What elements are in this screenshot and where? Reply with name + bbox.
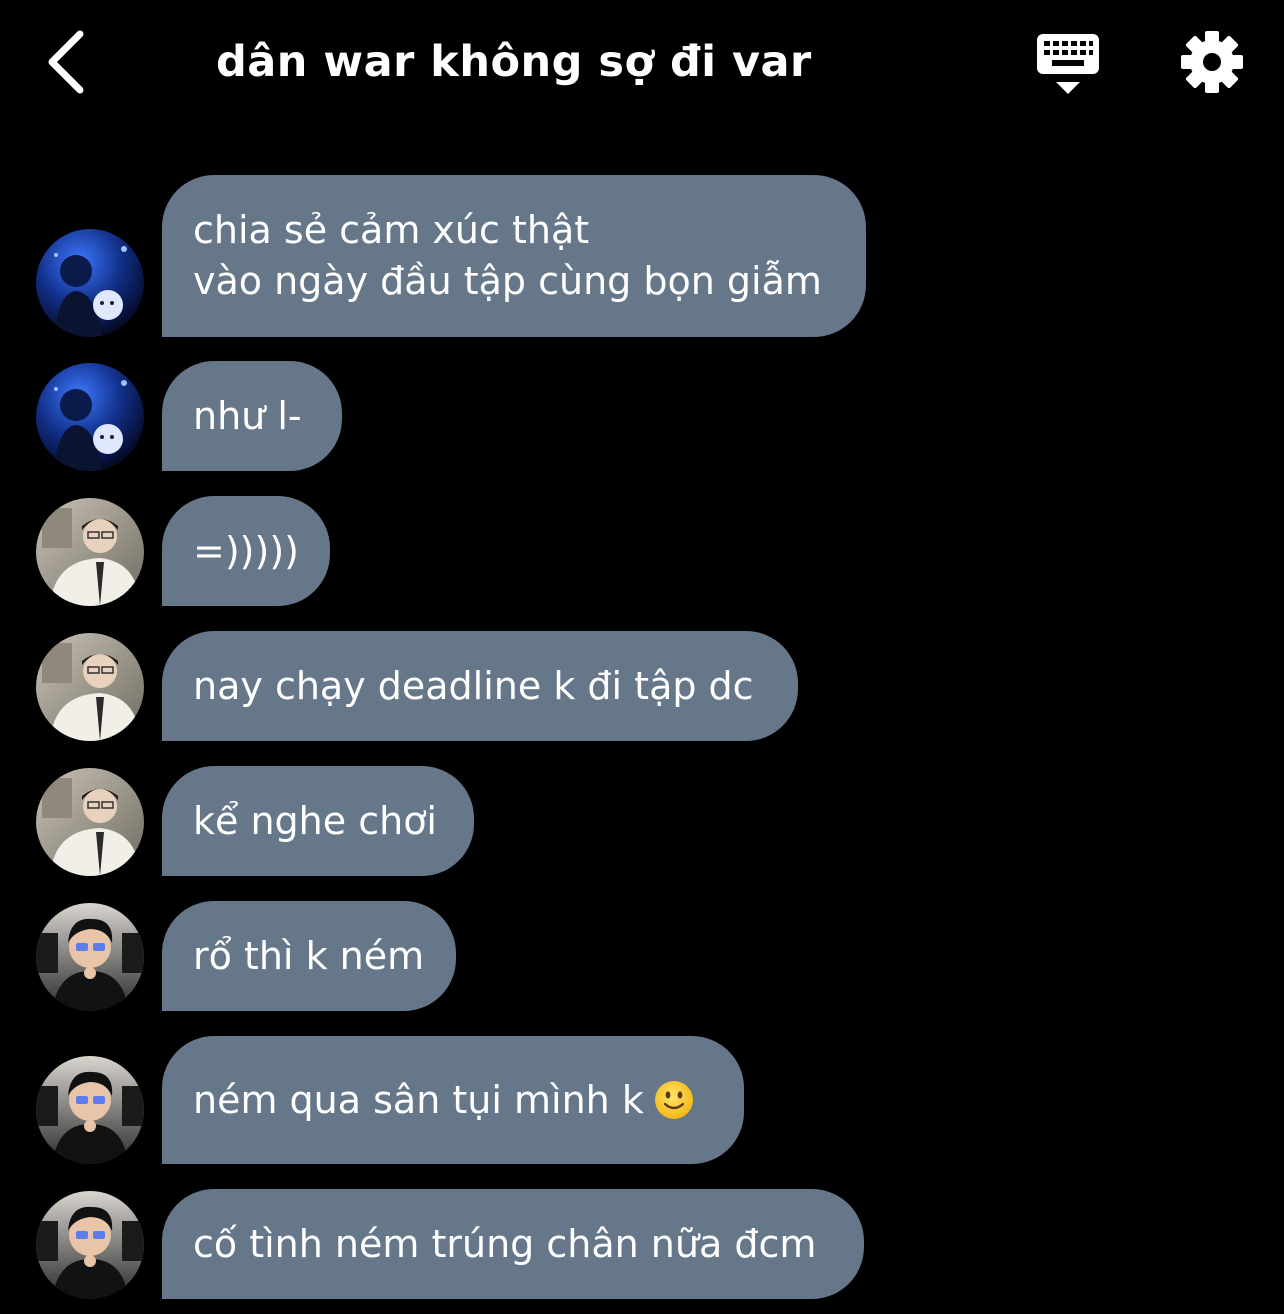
avatar-white-jacket-icon [36,768,144,876]
message-bubble[interactable]: như l- [162,361,342,471]
avatar-blue-scene-icon [36,229,144,337]
message-text: =))))) [193,528,299,573]
avatar-glasses-gaming-icon [36,1191,144,1299]
message-bubble[interactable]: ném qua sân tụi mình k [162,1036,744,1164]
message-text: rổ thì k ném [193,933,425,978]
message-bubble[interactable]: cố tình ném trúng chân nữa đcm [162,1189,864,1299]
avatar-blue-scene-icon [36,363,144,471]
avatar[interactable] [36,1191,144,1299]
message-text: nay chạy deadline k đi tập dc [193,663,754,708]
message-text: kể nghe chơi [193,798,437,843]
avatar-white-jacket-icon [36,498,144,606]
message-row: rổ thì k ném [0,901,1284,1011]
avatar-glasses-gaming-icon [36,1056,144,1164]
message-text: như l- [193,393,302,438]
avatar[interactable] [36,363,144,471]
message-row: nay chạy deadline k đi tập dc [0,631,1284,741]
message-bubble[interactable]: chia sẻ cảm xúc thật vào ngày đầu tập cù… [162,175,866,337]
avatar[interactable] [36,498,144,606]
message-row: cố tình ném trúng chân nữa đcm [0,1189,1284,1299]
message-bubble[interactable]: =))))) [162,496,330,606]
message-text: ném qua sân tụi mình k [193,1077,644,1122]
message-text: cố tình ném trúng chân nữa đcm [193,1221,817,1266]
message-row: kể nghe chơi [0,766,1284,876]
avatar-white-jacket-icon [36,633,144,741]
message-bubble[interactable]: rổ thì k ném [162,901,456,1011]
avatar-glasses-gaming-icon [36,903,144,1011]
avatar[interactable] [36,633,144,741]
message-text: chia sẻ cảm xúc thật vào ngày đầu tập cù… [193,208,822,303]
avatar[interactable] [36,768,144,876]
avatar[interactable] [36,229,144,337]
message-row: =))))) [0,496,1284,606]
slightly-smiling-face-icon [654,1081,693,1119]
message-row: chia sẻ cảm xúc thật vào ngày đầu tập cù… [0,175,1284,337]
message-bubble[interactable]: kể nghe chơi [162,766,474,876]
message-list[interactable]: chia sẻ cảm xúc thật vào ngày đầu tập cù… [0,0,1284,1314]
message-row: ném qua sân tụi mình k [0,1036,1284,1164]
avatar[interactable] [36,903,144,1011]
avatar[interactable] [36,1056,144,1164]
message-bubble[interactable]: nay chạy deadline k đi tập dc [162,631,798,741]
message-row: như l- [0,361,1284,471]
